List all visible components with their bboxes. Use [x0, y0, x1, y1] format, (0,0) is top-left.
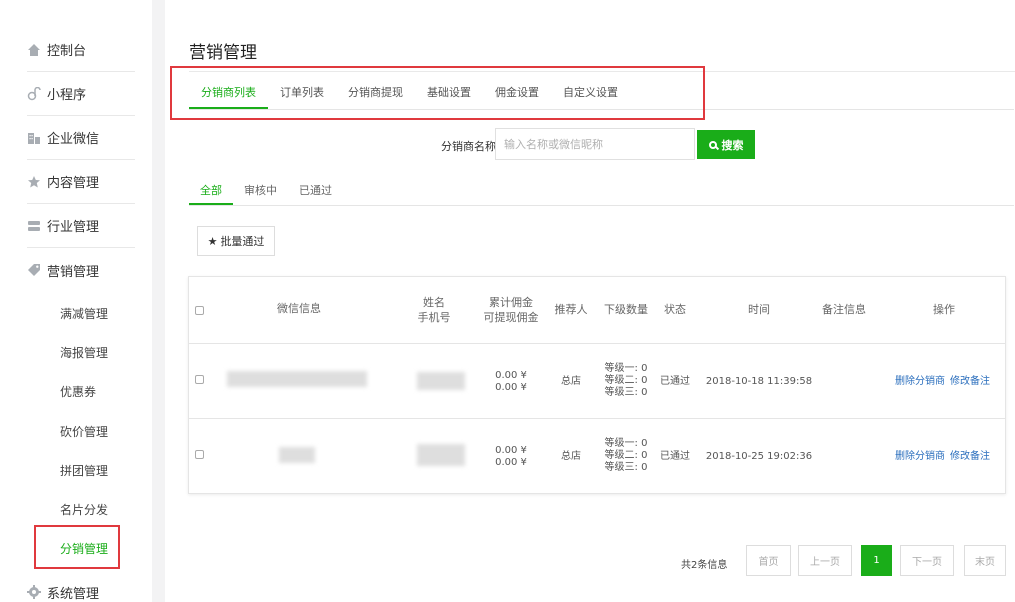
- cell-withdrawable: 0.00 ¥: [495, 457, 527, 468]
- tab-approved[interactable]: 已通过: [288, 178, 343, 205]
- building-icon: [27, 131, 41, 145]
- sidebar-item-label: 系统管理: [47, 586, 100, 602]
- sidebar-item-label: 小程序: [47, 88, 87, 103]
- sidebar-sub-distribution[interactable]: 分销管理: [60, 540, 108, 557]
- divider: [189, 71, 1015, 72]
- header-name: 姓名: [423, 296, 445, 309]
- sidebar-item-label: 内容管理: [47, 176, 100, 191]
- pagination-page-1[interactable]: 1: [861, 545, 892, 576]
- delete-distributor-link[interactable]: 删除分销商: [895, 375, 945, 389]
- sidebar-sub-poster[interactable]: 海报管理: [60, 344, 108, 361]
- batch-approve-label: 批量通过: [220, 235, 265, 248]
- header-wechat: 微信信息: [277, 302, 321, 315]
- delete-distributor-link[interactable]: 删除分销商: [895, 450, 945, 464]
- pagination-prev[interactable]: 上一页: [798, 545, 852, 576]
- table-header: 微信信息 姓名 手机号 累计佣金 可提现佣金 推荐人 下级数量 状态 时间 备注…: [189, 277, 1005, 344]
- header-actions: 操作: [933, 303, 955, 316]
- header-total-commission: 累计佣金: [489, 296, 533, 309]
- sidebar-item-industry[interactable]: 行业管理: [27, 204, 135, 248]
- sidebar-item-miniprogram[interactable]: 小程序: [27, 72, 135, 116]
- edit-remark-link[interactable]: 修改备注: [949, 450, 991, 464]
- main-panel: 营销管理 分销商列表 订单列表 分销商提现 基础设置 佣金设置 自定义设置 分销…: [165, 0, 1015, 602]
- tab-withdraw[interactable]: 分销商提现: [336, 78, 415, 109]
- sidebar-item-label: 企业微信: [47, 132, 100, 147]
- tab-basic-settings[interactable]: 基础设置: [415, 78, 483, 109]
- cell-referrer: 总店: [561, 451, 581, 462]
- sidebar-item-content[interactable]: 内容管理: [27, 160, 135, 204]
- header-sub-count: 下级数量: [604, 303, 648, 316]
- layers-icon: [27, 219, 41, 233]
- cell-time: 2018-10-18 11:39:58: [705, 376, 813, 387]
- edit-remark-link[interactable]: 修改备注: [949, 375, 991, 389]
- cell-level3: 等级三: 0: [604, 387, 648, 398]
- table-row: 0.00 ¥ 0.00 ¥ 总店 等级一: 0 等级二: 0 等级三: 0 已通…: [189, 419, 1005, 494]
- sidebar-item-console[interactable]: 控制台: [27, 28, 135, 72]
- avatar-blurred: [279, 447, 315, 463]
- tab-reviewing[interactable]: 审核中: [233, 178, 288, 205]
- name-blurred: [417, 444, 465, 466]
- sidebar-item-wecom[interactable]: 企业微信: [27, 116, 135, 160]
- sidebar-item-label: 行业管理: [47, 220, 100, 235]
- pagination-info: 共2条信息: [681, 560, 728, 571]
- cell-referrer: 总店: [561, 376, 581, 387]
- header-remark: 备注信息: [822, 303, 866, 316]
- avatar-blurred: [227, 371, 367, 387]
- name-blurred: [417, 372, 465, 390]
- search-input[interactable]: [495, 128, 695, 160]
- cell-status: 已通过: [660, 376, 690, 387]
- cell-status: 已通过: [660, 451, 690, 462]
- tab-commission-settings[interactable]: 佣金设置: [483, 78, 551, 109]
- cell-withdrawable: 0.00 ¥: [495, 382, 527, 393]
- row-checkbox[interactable]: [195, 375, 204, 384]
- pagination-next[interactable]: 下一页: [900, 545, 954, 576]
- cell-time: 2018-10-25 19:02:36: [705, 451, 813, 462]
- star-icon: [27, 175, 41, 189]
- header-status: 状态: [664, 303, 686, 316]
- sidebar-sub-card[interactable]: 名片分发: [60, 501, 108, 518]
- sidebar-sub-bargain[interactable]: 砍价管理: [60, 423, 108, 440]
- gear-icon: [27, 585, 41, 599]
- search-icon: [708, 140, 717, 149]
- tab-order-list[interactable]: 订单列表: [268, 78, 336, 109]
- sidebar-sub-fullreduce[interactable]: 满减管理: [60, 305, 108, 322]
- tab-custom-settings[interactable]: 自定义设置: [551, 78, 630, 109]
- sidebar-sub-groupbuy[interactable]: 拼团管理: [60, 462, 108, 479]
- tab-distributor-list[interactable]: 分销商列表: [189, 78, 268, 109]
- batch-approve-button[interactable]: ★ 批量通过: [197, 226, 275, 256]
- sidebar-item-system[interactable]: 系统管理: [27, 570, 135, 602]
- search-button[interactable]: 搜索: [697, 130, 755, 159]
- star-icon: ★: [207, 234, 218, 248]
- link-icon: [27, 86, 41, 101]
- distributor-table: 微信信息 姓名 手机号 累计佣金 可提现佣金 推荐人 下级数量 状态 时间 备注…: [188, 276, 1006, 494]
- pagination-last[interactable]: 末页: [964, 545, 1006, 576]
- table-row: 0.00 ¥ 0.00 ¥ 总店 等级一: 0 等级二: 0 等级三: 0 已通…: [189, 344, 1005, 419]
- header-referrer: 推荐人: [554, 303, 588, 316]
- sidebar-item-label: 控制台: [47, 44, 87, 59]
- cell-level3: 等级三: 0: [604, 462, 648, 473]
- header-time: 时间: [748, 303, 770, 316]
- select-all-checkbox[interactable]: [195, 306, 204, 315]
- sidebar: 控制台 小程序 企业微信 内容管理 行业管理 营销管理 满减管理 海报管理 优惠…: [0, 0, 152, 602]
- sidebar-item-marketing[interactable]: 营销管理: [27, 248, 135, 292]
- search-button-label: 搜索: [721, 139, 744, 152]
- header-withdrawable: 可提现佣金: [483, 311, 539, 324]
- sidebar-item-label: 营销管理: [47, 264, 100, 280]
- row-checkbox[interactable]: [195, 450, 204, 459]
- tab-all[interactable]: 全部: [189, 178, 233, 205]
- header-phone: 手机号: [417, 311, 451, 324]
- pagination-first[interactable]: 首页: [746, 545, 791, 576]
- home-icon: [27, 43, 41, 57]
- status-tabs: 全部 审核中 已通过: [189, 178, 1014, 206]
- search-label: 分销商名称:: [441, 140, 500, 153]
- main-tabs: 分销商列表 订单列表 分销商提现 基础设置 佣金设置 自定义设置: [189, 78, 1014, 110]
- tag-icon: [27, 263, 41, 277]
- page-title: 营销管理: [189, 43, 257, 63]
- sidebar-sub-coupon[interactable]: 优惠券: [60, 383, 96, 400]
